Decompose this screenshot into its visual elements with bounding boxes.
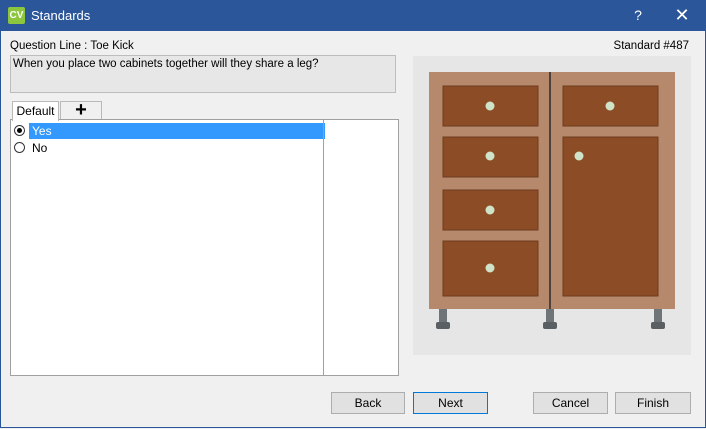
knob-icon	[485, 151, 495, 161]
knob-icon	[485, 101, 495, 111]
add-tab-button[interactable]: +	[60, 100, 102, 120]
knob-icon	[574, 151, 584, 161]
option-yes[interactable]: Yes	[14, 123, 325, 139]
close-button[interactable]: ✕	[665, 0, 699, 31]
cancel-button[interactable]: Cancel	[533, 392, 608, 414]
radio-no[interactable]	[14, 142, 25, 153]
knob-icon	[485, 263, 495, 273]
knob-icon	[485, 205, 495, 215]
back-button[interactable]: Back	[331, 392, 405, 414]
standard-number: Standard #487	[613, 40, 689, 52]
cabinet-door	[562, 136, 659, 297]
question-line-label: Question Line : Toe Kick	[10, 40, 134, 52]
knob-icon	[605, 101, 615, 111]
option-yes-label[interactable]: Yes	[29, 123, 325, 139]
cabinet-image	[429, 72, 675, 329]
question-text: When you place two cabinets together wil…	[10, 55, 396, 93]
dialog-body: Question Line : Toe Kick Standard #487 W…	[0, 31, 706, 428]
options-list: Yes No	[10, 119, 399, 376]
option-no-label[interactable]: No	[29, 140, 50, 156]
help-button[interactable]: ?	[623, 0, 653, 31]
leg-left	[436, 309, 450, 329]
option-no[interactable]: No	[14, 140, 322, 156]
next-button[interactable]: Next	[413, 392, 488, 414]
title-bar: CV Standards ? ✕	[0, 0, 706, 31]
list-divider	[323, 120, 324, 375]
tab-default[interactable]: Default	[12, 101, 59, 121]
cabinet-preview	[413, 56, 691, 355]
finish-button[interactable]: Finish	[615, 392, 691, 414]
radio-yes[interactable]	[14, 125, 25, 136]
window-title: Standards	[31, 8, 91, 23]
leg-right	[651, 309, 665, 329]
app-logo-icon: CV	[8, 7, 25, 24]
leg-center	[543, 309, 557, 329]
